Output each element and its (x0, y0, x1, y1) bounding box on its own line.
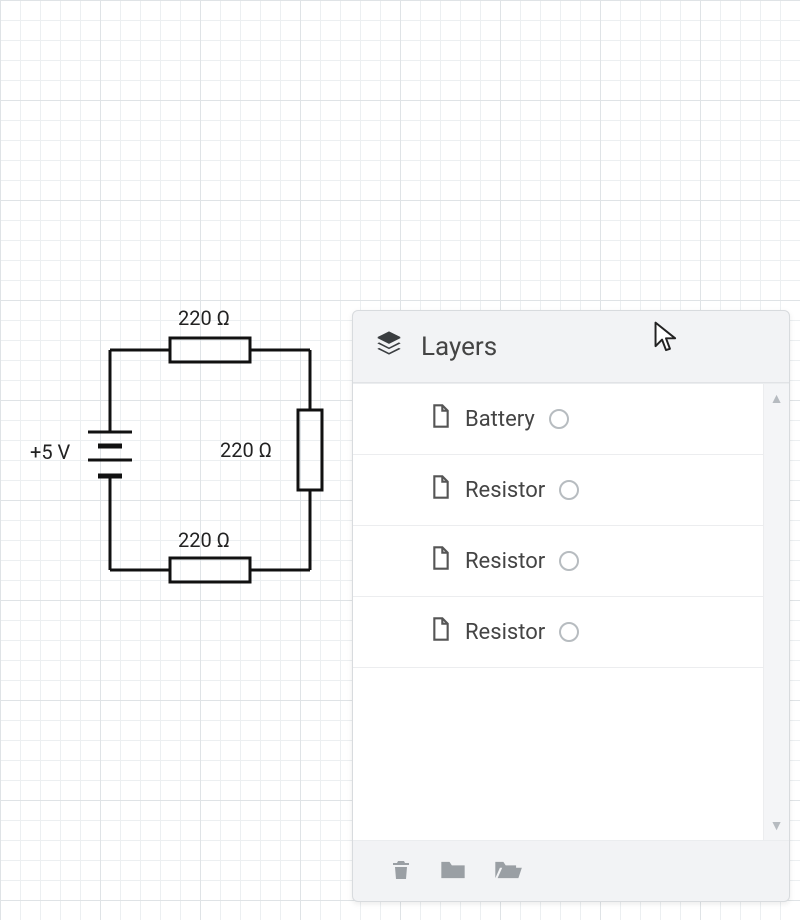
battery-voltage-label: +5 V (30, 440, 70, 464)
file-icon (431, 617, 451, 647)
layer-item-label: Battery (465, 407, 535, 432)
delete-layer-button[interactable] (389, 857, 413, 883)
file-icon (431, 404, 451, 434)
layers-panel-title: Layers (421, 332, 497, 362)
layer-item-label: Resistor (465, 620, 545, 645)
layers-scrollbar[interactable]: ▲ ▼ (763, 384, 789, 840)
layer-item-resistor[interactable]: Resistor (353, 455, 763, 526)
layer-visibility-toggle[interactable] (559, 480, 579, 500)
scroll-down-icon[interactable]: ▼ (770, 817, 784, 834)
resistor-bottom-label: 220 Ω (178, 528, 230, 552)
resistor-top-label: 220 Ω (178, 306, 230, 330)
layer-visibility-toggle[interactable] (559, 622, 579, 642)
layer-item-battery[interactable]: Battery (353, 384, 763, 455)
layer-item-resistor[interactable]: Resistor (353, 526, 763, 597)
layer-visibility-toggle[interactable] (559, 551, 579, 571)
folder-open-button[interactable] (493, 858, 523, 882)
layers-list: Battery Resistor Resistor (353, 384, 763, 668)
layer-item-label: Resistor (465, 478, 545, 503)
layer-visibility-toggle[interactable] (549, 409, 569, 429)
resistor-right-label: 220 Ω (220, 438, 272, 462)
layers-icon (375, 329, 403, 364)
layers-panel-footer (353, 841, 789, 901)
scroll-up-icon[interactable]: ▲ (770, 390, 784, 407)
file-icon (431, 546, 451, 576)
layer-item-label: Resistor (465, 549, 545, 574)
layers-list-container: Battery Resistor Resistor (353, 383, 789, 841)
layers-panel-header[interactable]: Layers (353, 311, 789, 383)
folder-button[interactable] (439, 858, 467, 882)
layers-panel: Layers Battery Resistor (352, 310, 790, 902)
layer-item-resistor[interactable]: Resistor (353, 597, 763, 668)
file-icon (431, 475, 451, 505)
circuit-schematic[interactable]: 220 Ω 220 Ω 220 Ω +5 V (30, 300, 350, 600)
